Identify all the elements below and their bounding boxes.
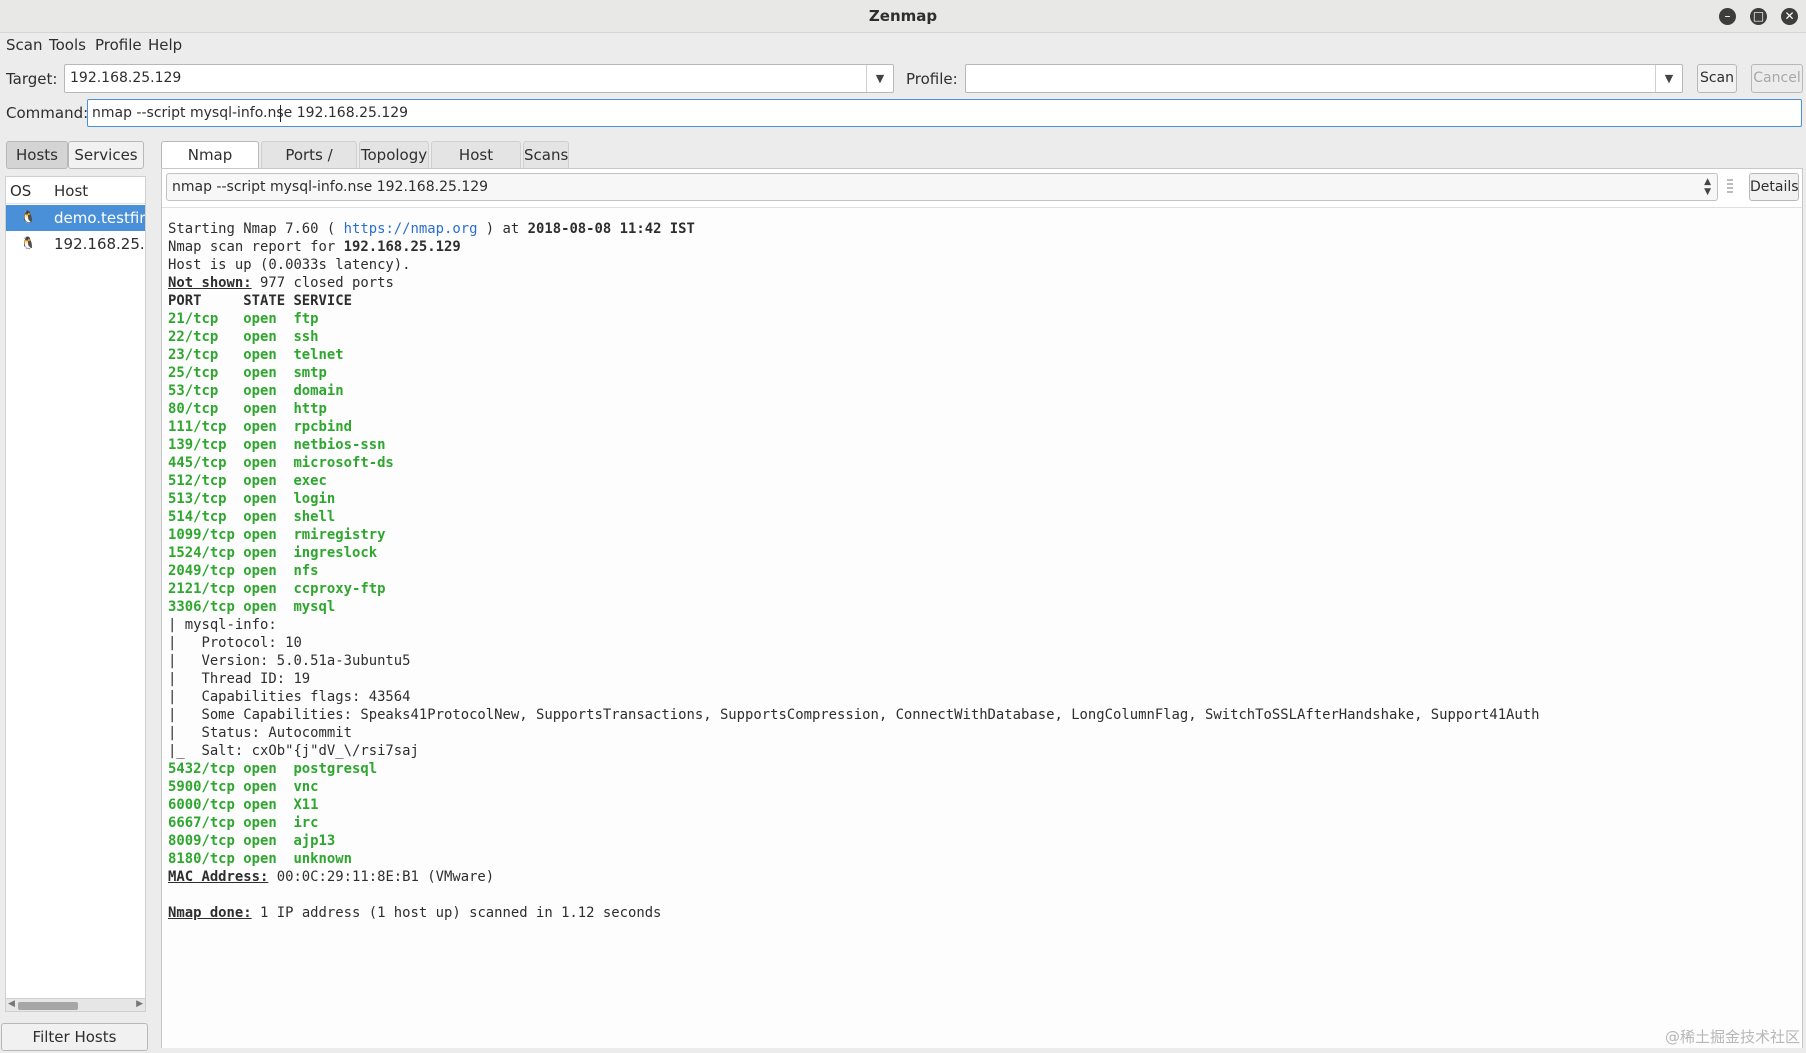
ports-list-b: 5432/tcp open postgresql 5900/tcp open v… — [168, 761, 377, 867]
tab-topology[interactable]: Topology — [359, 141, 429, 169]
menu-help[interactable]: Help — [148, 36, 182, 54]
mac-line: MAC Address: 00:0C:29:11:8E:B1 (VMware) — [168, 869, 495, 885]
port-line: 5900/tcp open vnc — [168, 779, 319, 795]
port-line: 445/tcp open microsoft-ds — [168, 455, 394, 471]
ports-list-a: 21/tcp open ftp 22/tcp open ssh 23/tcp o… — [168, 311, 394, 615]
port-line: 2049/tcp open nfs — [168, 563, 319, 579]
column-os[interactable]: OS — [10, 182, 31, 200]
host-name: demo.testfire. — [54, 209, 145, 227]
tab-host-details[interactable]: Host Details — [431, 141, 521, 190]
port-line: 6667/tcp open irc — [168, 815, 319, 831]
port-line: 2121/tcp open ccproxy-ftp — [168, 581, 386, 597]
port-line: 21/tcp open ftp — [168, 311, 319, 327]
menu-profile[interactable]: Profile — [95, 36, 142, 54]
watermark: @稀土掘金技术社区 — [1664, 1028, 1800, 1046]
maximize-icon[interactable]: □ — [1750, 8, 1767, 25]
menu-bar: Scan Tools Profile Help — [0, 33, 1806, 57]
filter-hosts-button[interactable]: Filter Hosts — [1, 1023, 148, 1051]
scroll-left-icon[interactable]: ◀ — [8, 999, 15, 1009]
mysql-info-line: | Capabilities flags: 43564 — [168, 689, 411, 705]
port-line: 5432/tcp open postgresql — [168, 761, 378, 777]
linux-os-icon: 🐧 — [20, 236, 36, 250]
port-line: 25/tcp open smtp — [168, 365, 327, 381]
not-shown-line: Not shown: 977 closed ports — [168, 275, 394, 291]
tab-hosts[interactable]: Hosts — [6, 141, 68, 169]
details-button[interactable]: Details — [1749, 173, 1799, 201]
selected-scan: nmap --script mysql-info.nse 192.168.25.… — [172, 179, 489, 195]
profile-combo[interactable]: ▼ — [965, 64, 1683, 93]
menu-scan[interactable]: Scan — [6, 36, 42, 54]
mysql-info-line: | Protocol: 10 — [168, 635, 302, 651]
column-host[interactable]: Host — [54, 182, 88, 200]
host-list-scrollbar[interactable]: ◀ ▶ — [5, 998, 146, 1012]
tab-ports-hosts[interactable]: Ports / Hosts — [261, 141, 357, 190]
port-line: 3306/tcp open mysql — [168, 599, 336, 615]
tab-services[interactable]: Services — [68, 141, 144, 169]
command-input[interactable]: nmap --script mysql-info.nse 192.168.25.… — [87, 99, 1802, 127]
command-label: Command: — [6, 104, 89, 122]
port-line: 80/tcp open http — [168, 401, 327, 417]
host-row[interactable]: 🐧 demo.testfire. — [6, 205, 145, 231]
mysql-info-line: |_ Salt: cxOb"{j"dV_\/rsi7saj — [168, 743, 419, 759]
port-line: 6000/tcp open X11 — [168, 797, 319, 813]
menu-tools[interactable]: Tools — [49, 36, 86, 54]
port-line: 139/tcp open netbios-ssn — [168, 437, 386, 453]
nmap-output-text[interactable]: Starting Nmap 7.60 ( https://nmap.org ) … — [162, 207, 1802, 1048]
close-icon[interactable]: ✕ — [1781, 8, 1798, 25]
mysql-info-block: | mysql-info: | Protocol: 10 | Version: … — [168, 617, 1540, 759]
minimize-icon[interactable]: – — [1719, 8, 1736, 25]
port-line: 8180/tcp open unknown — [168, 851, 352, 867]
scan-selector[interactable]: nmap --script mysql-info.nse 192.168.25.… — [166, 173, 1718, 201]
port-line: 514/tcp open shell — [168, 509, 336, 525]
profile-label: Profile: — [906, 70, 958, 88]
mysql-info-line: | Some Capabilities: Speaks41ProtocolNew… — [168, 707, 1540, 723]
host-name: 192.168.25.12 — [54, 235, 145, 253]
done-line: Nmap done: 1 IP address (1 host up) scan… — [168, 905, 662, 921]
scrollbar-thumb[interactable] — [18, 1002, 78, 1010]
command-value: nmap --script mysql-info.nse 192.168.25.… — [92, 105, 409, 121]
target-label: Target: — [6, 70, 58, 88]
mysql-info-line: | Status: Autocommit — [168, 725, 352, 741]
linux-os-icon: 🐧 — [20, 210, 36, 224]
nmap-link[interactable]: https://nmap.org — [344, 221, 478, 237]
host-list-header: OS Host — [6, 177, 145, 204]
mysql-info-line: | Thread ID: 19 — [168, 671, 311, 687]
title-bar: Zenmap – □ ✕ — [0, 0, 1806, 33]
chevron-down-icon[interactable]: ▼ — [866, 65, 893, 92]
nmap-output-pane: nmap --script mysql-info.nse 192.168.25.… — [161, 168, 1803, 1048]
cancel-button[interactable]: Cancel — [1751, 64, 1803, 93]
window-title: Zenmap — [868, 7, 938, 25]
ports-header: PORT STATE SERVICE — [168, 293, 352, 309]
target-combo[interactable]: 192.168.25.129 ▼ — [64, 64, 894, 93]
port-line: 513/tcp open login — [168, 491, 336, 507]
port-line: 53/tcp open domain — [168, 383, 344, 399]
scroll-right-icon[interactable]: ▶ — [136, 999, 143, 1009]
report-line: Nmap scan report for 192.168.25.129 — [168, 239, 461, 255]
host-list: OS Host 🐧 demo.testfire. 🐧 192.168.25.12 — [5, 176, 146, 1006]
mysql-info-line: | mysql-info: — [168, 617, 277, 633]
port-line: 111/tcp open rpcbind — [168, 419, 352, 435]
grip-icon — [1727, 179, 1733, 195]
mysql-info-line: | Version: 5.0.51a-3ubuntu5 — [168, 653, 411, 669]
spin-arrows-icon: ▲ ▼ — [1704, 177, 1711, 197]
port-line: 1099/tcp open rmiregistry — [168, 527, 386, 543]
port-line: 512/tcp open exec — [168, 473, 327, 489]
scan-button[interactable]: Scan — [1697, 64, 1737, 93]
text-caret — [280, 105, 281, 122]
target-value: 192.168.25.129 — [70, 70, 182, 86]
port-line: 8009/tcp open ajp13 — [168, 833, 336, 849]
host-row[interactable]: 🐧 192.168.25.12 — [6, 231, 145, 257]
chevron-down-icon[interactable]: ▼ — [1655, 65, 1682, 92]
port-line: 22/tcp open ssh — [168, 329, 319, 345]
start-line: Starting Nmap 7.60 ( https://nmap.org ) … — [168, 221, 695, 237]
port-line: 23/tcp open telnet — [168, 347, 344, 363]
tab-scans[interactable]: Scans — [523, 141, 569, 169]
host-up-line: Host is up (0.0033s latency). — [168, 257, 411, 273]
port-line: 1524/tcp open ingreslock — [168, 545, 378, 561]
tab-nmap-output[interactable]: Nmap Output — [161, 141, 259, 190]
